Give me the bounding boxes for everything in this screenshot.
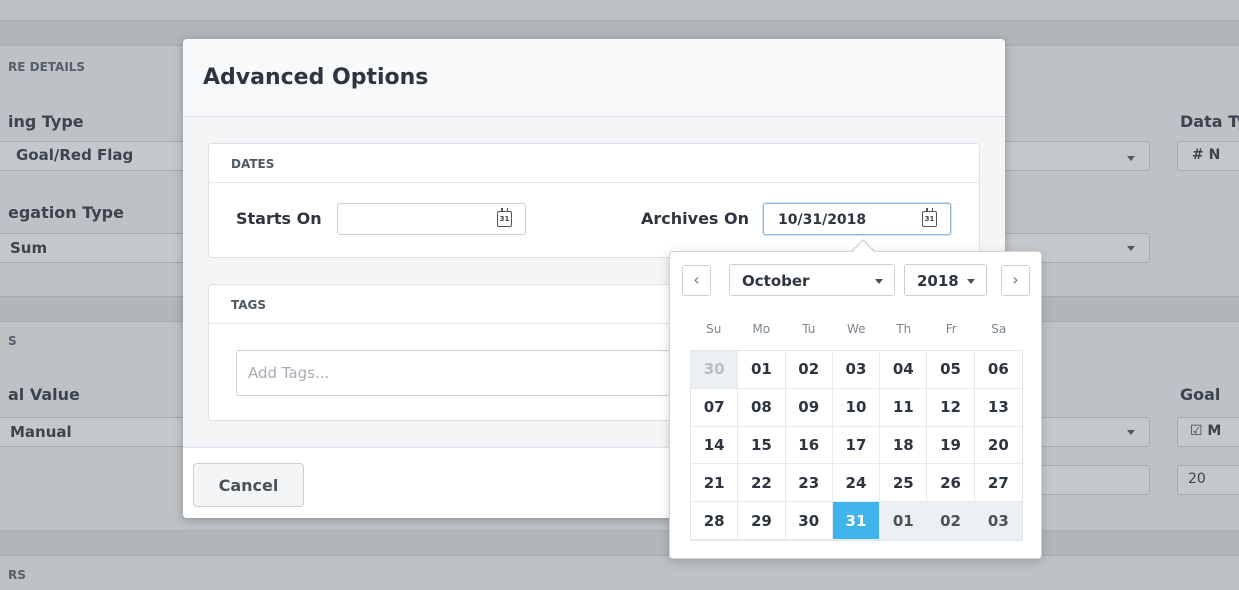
- weekday-label: Fr: [945, 322, 957, 336]
- day-cell[interactable]: 30: [785, 502, 833, 540]
- weekday-label: Th: [896, 322, 912, 336]
- day-cell[interactable]: 01: [880, 502, 928, 540]
- modal-header: Advanced Options: [183, 39, 1005, 117]
- caret-down-icon: [875, 279, 883, 284]
- tags-input[interactable]: [236, 350, 686, 396]
- modal-title: Advanced Options: [203, 65, 429, 90]
- archives-on-input[interactable]: 10/31/2018 31: [763, 203, 951, 235]
- calendar-grid: 30 01 02 03 04 05 06 07 08 09 10 11 12 13 14 15 16 17 18 19…: [690, 350, 1023, 541]
- day-cell[interactable]: 11: [880, 388, 928, 427]
- weekday-label: Su: [706, 322, 722, 336]
- day-cell[interactable]: 27: [974, 464, 1022, 503]
- day-cell[interactable]: 14: [691, 426, 739, 465]
- day-cell[interactable]: 13: [974, 388, 1022, 427]
- starts-on-label: Starts On: [236, 209, 322, 228]
- day-cell[interactable]: 08: [738, 388, 786, 427]
- day-cell[interactable]: 07: [691, 388, 739, 427]
- day-cell[interactable]: 06: [974, 351, 1022, 389]
- chevron-right-icon: ›: [1012, 270, 1019, 289]
- day-cell[interactable]: 22: [738, 464, 786, 503]
- weekday-label: Sa: [991, 322, 1007, 336]
- day-cell[interactable]: 23: [785, 464, 833, 503]
- archives-on-value: 10/31/2018: [778, 212, 867, 228]
- day-cell[interactable]: 16: [785, 426, 833, 465]
- day-cell[interactable]: 10: [832, 388, 881, 427]
- archives-on-label: Archives On: [641, 209, 749, 228]
- calendar-icon[interactable]: 31: [497, 208, 512, 227]
- month-select[interactable]: October: [729, 264, 895, 296]
- day-cell[interactable]: 17: [832, 426, 881, 465]
- dates-panel-header: DATES: [209, 144, 979, 183]
- day-cell[interactable]: 24: [832, 464, 881, 503]
- day-cell-selected[interactable]: 31: [832, 502, 881, 540]
- cancel-button[interactable]: Cancel: [193, 463, 304, 507]
- day-cell[interactable]: 29: [738, 502, 786, 540]
- day-cell[interactable]: 21: [691, 464, 739, 503]
- day-cell[interactable]: 03: [832, 351, 881, 389]
- day-cell[interactable]: 15: [738, 426, 786, 465]
- day-cell[interactable]: 02: [927, 502, 975, 540]
- day-cell[interactable]: 20: [974, 426, 1022, 465]
- day-cell[interactable]: 05: [927, 351, 975, 389]
- starts-on-input[interactable]: 31: [337, 203, 526, 235]
- day-cell[interactable]: 04: [880, 351, 928, 389]
- day-cell[interactable]: 02: [785, 351, 833, 389]
- day-cell[interactable]: 30: [691, 351, 739, 389]
- prev-month-button[interactable]: ‹: [682, 265, 711, 296]
- next-month-button[interactable]: ›: [1001, 265, 1030, 296]
- weekday-label: Tu: [802, 322, 816, 336]
- day-cell[interactable]: 12: [927, 388, 975, 427]
- datepicker-pointer-fill: [852, 241, 874, 252]
- datepicker-popup: ‹ October 2018 › Su Mo Tu We Th Fr Sa 30 01 02 03…: [669, 251, 1042, 559]
- day-cell[interactable]: 03: [974, 502, 1022, 540]
- weekday-header: Su Mo Tu We Th Fr Sa: [690, 322, 1023, 336]
- year-select[interactable]: 2018: [904, 264, 987, 296]
- day-cell[interactable]: 19: [927, 426, 975, 465]
- day-cell[interactable]: 09: [785, 388, 833, 427]
- caret-down-icon: [967, 279, 975, 284]
- day-cell[interactable]: 28: [691, 502, 739, 540]
- weekday-label: Mo: [752, 322, 771, 336]
- day-cell[interactable]: 18: [880, 426, 928, 465]
- day-cell[interactable]: 01: [738, 351, 786, 389]
- weekday-label: We: [846, 322, 866, 336]
- day-cell[interactable]: 26: [927, 464, 975, 503]
- calendar-icon[interactable]: 31: [922, 208, 937, 227]
- chevron-left-icon: ‹: [693, 270, 700, 289]
- month-select-value: October: [742, 272, 810, 290]
- year-select-value: 2018: [917, 272, 959, 290]
- day-cell[interactable]: 25: [880, 464, 928, 503]
